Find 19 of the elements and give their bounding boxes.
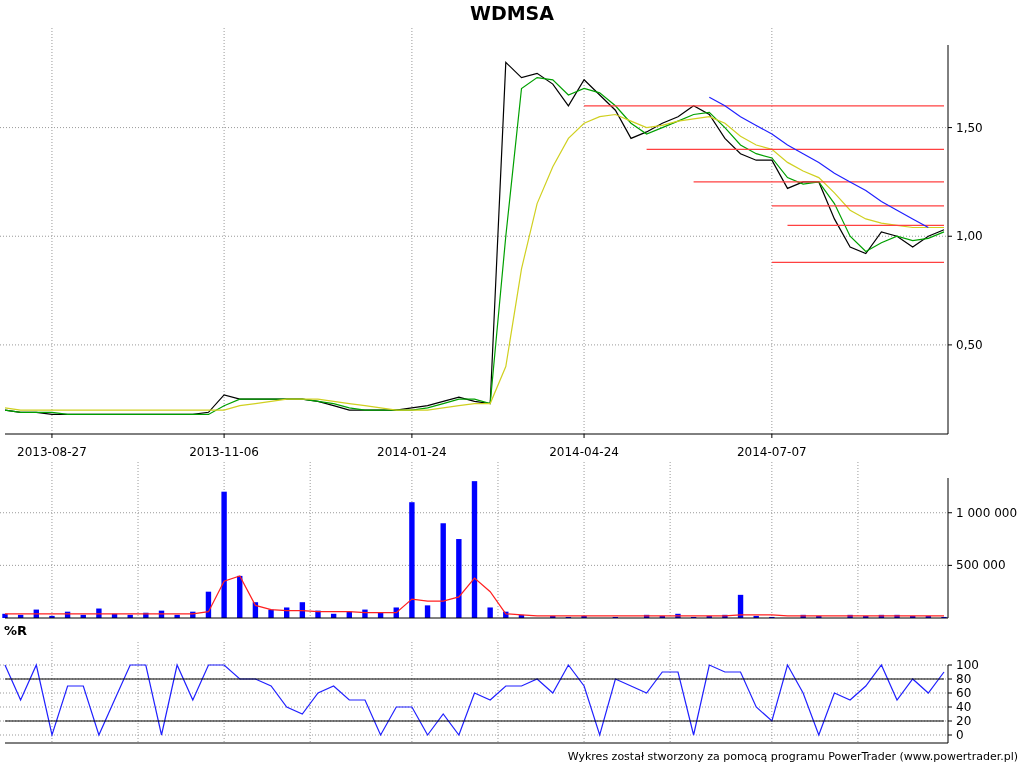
axis-label: 0 (956, 728, 964, 742)
date-label: 2014-07-07 (736, 445, 807, 459)
date-label: 2014-01-24 (377, 445, 447, 459)
axis-label: 500 000 (956, 558, 1006, 573)
axis-label: 60 (956, 686, 972, 700)
indicator-title: %R (4, 622, 28, 638)
date-label: 2013-08-27 (17, 445, 87, 459)
footer-credit: Wykres został stworzony za pomocą programu PowerTrader (www.powertrader.pl) (567, 750, 1018, 763)
axis-label: 1,00 (956, 229, 983, 244)
axis-label: 100 (956, 658, 979, 672)
chart-title: WDMSA (469, 1, 555, 26)
axis-label: 1,50 (956, 120, 983, 135)
axis-label: 80 (956, 672, 972, 686)
axis-label: 20 (956, 714, 972, 728)
date-label: 2014-04-24 (549, 445, 619, 459)
axis-label: 0,50 (956, 337, 983, 352)
axis-label: 40 (956, 700, 972, 714)
axis-label: 1 000 000 (956, 505, 1018, 520)
date-label: 2013-11-06 (189, 445, 259, 459)
